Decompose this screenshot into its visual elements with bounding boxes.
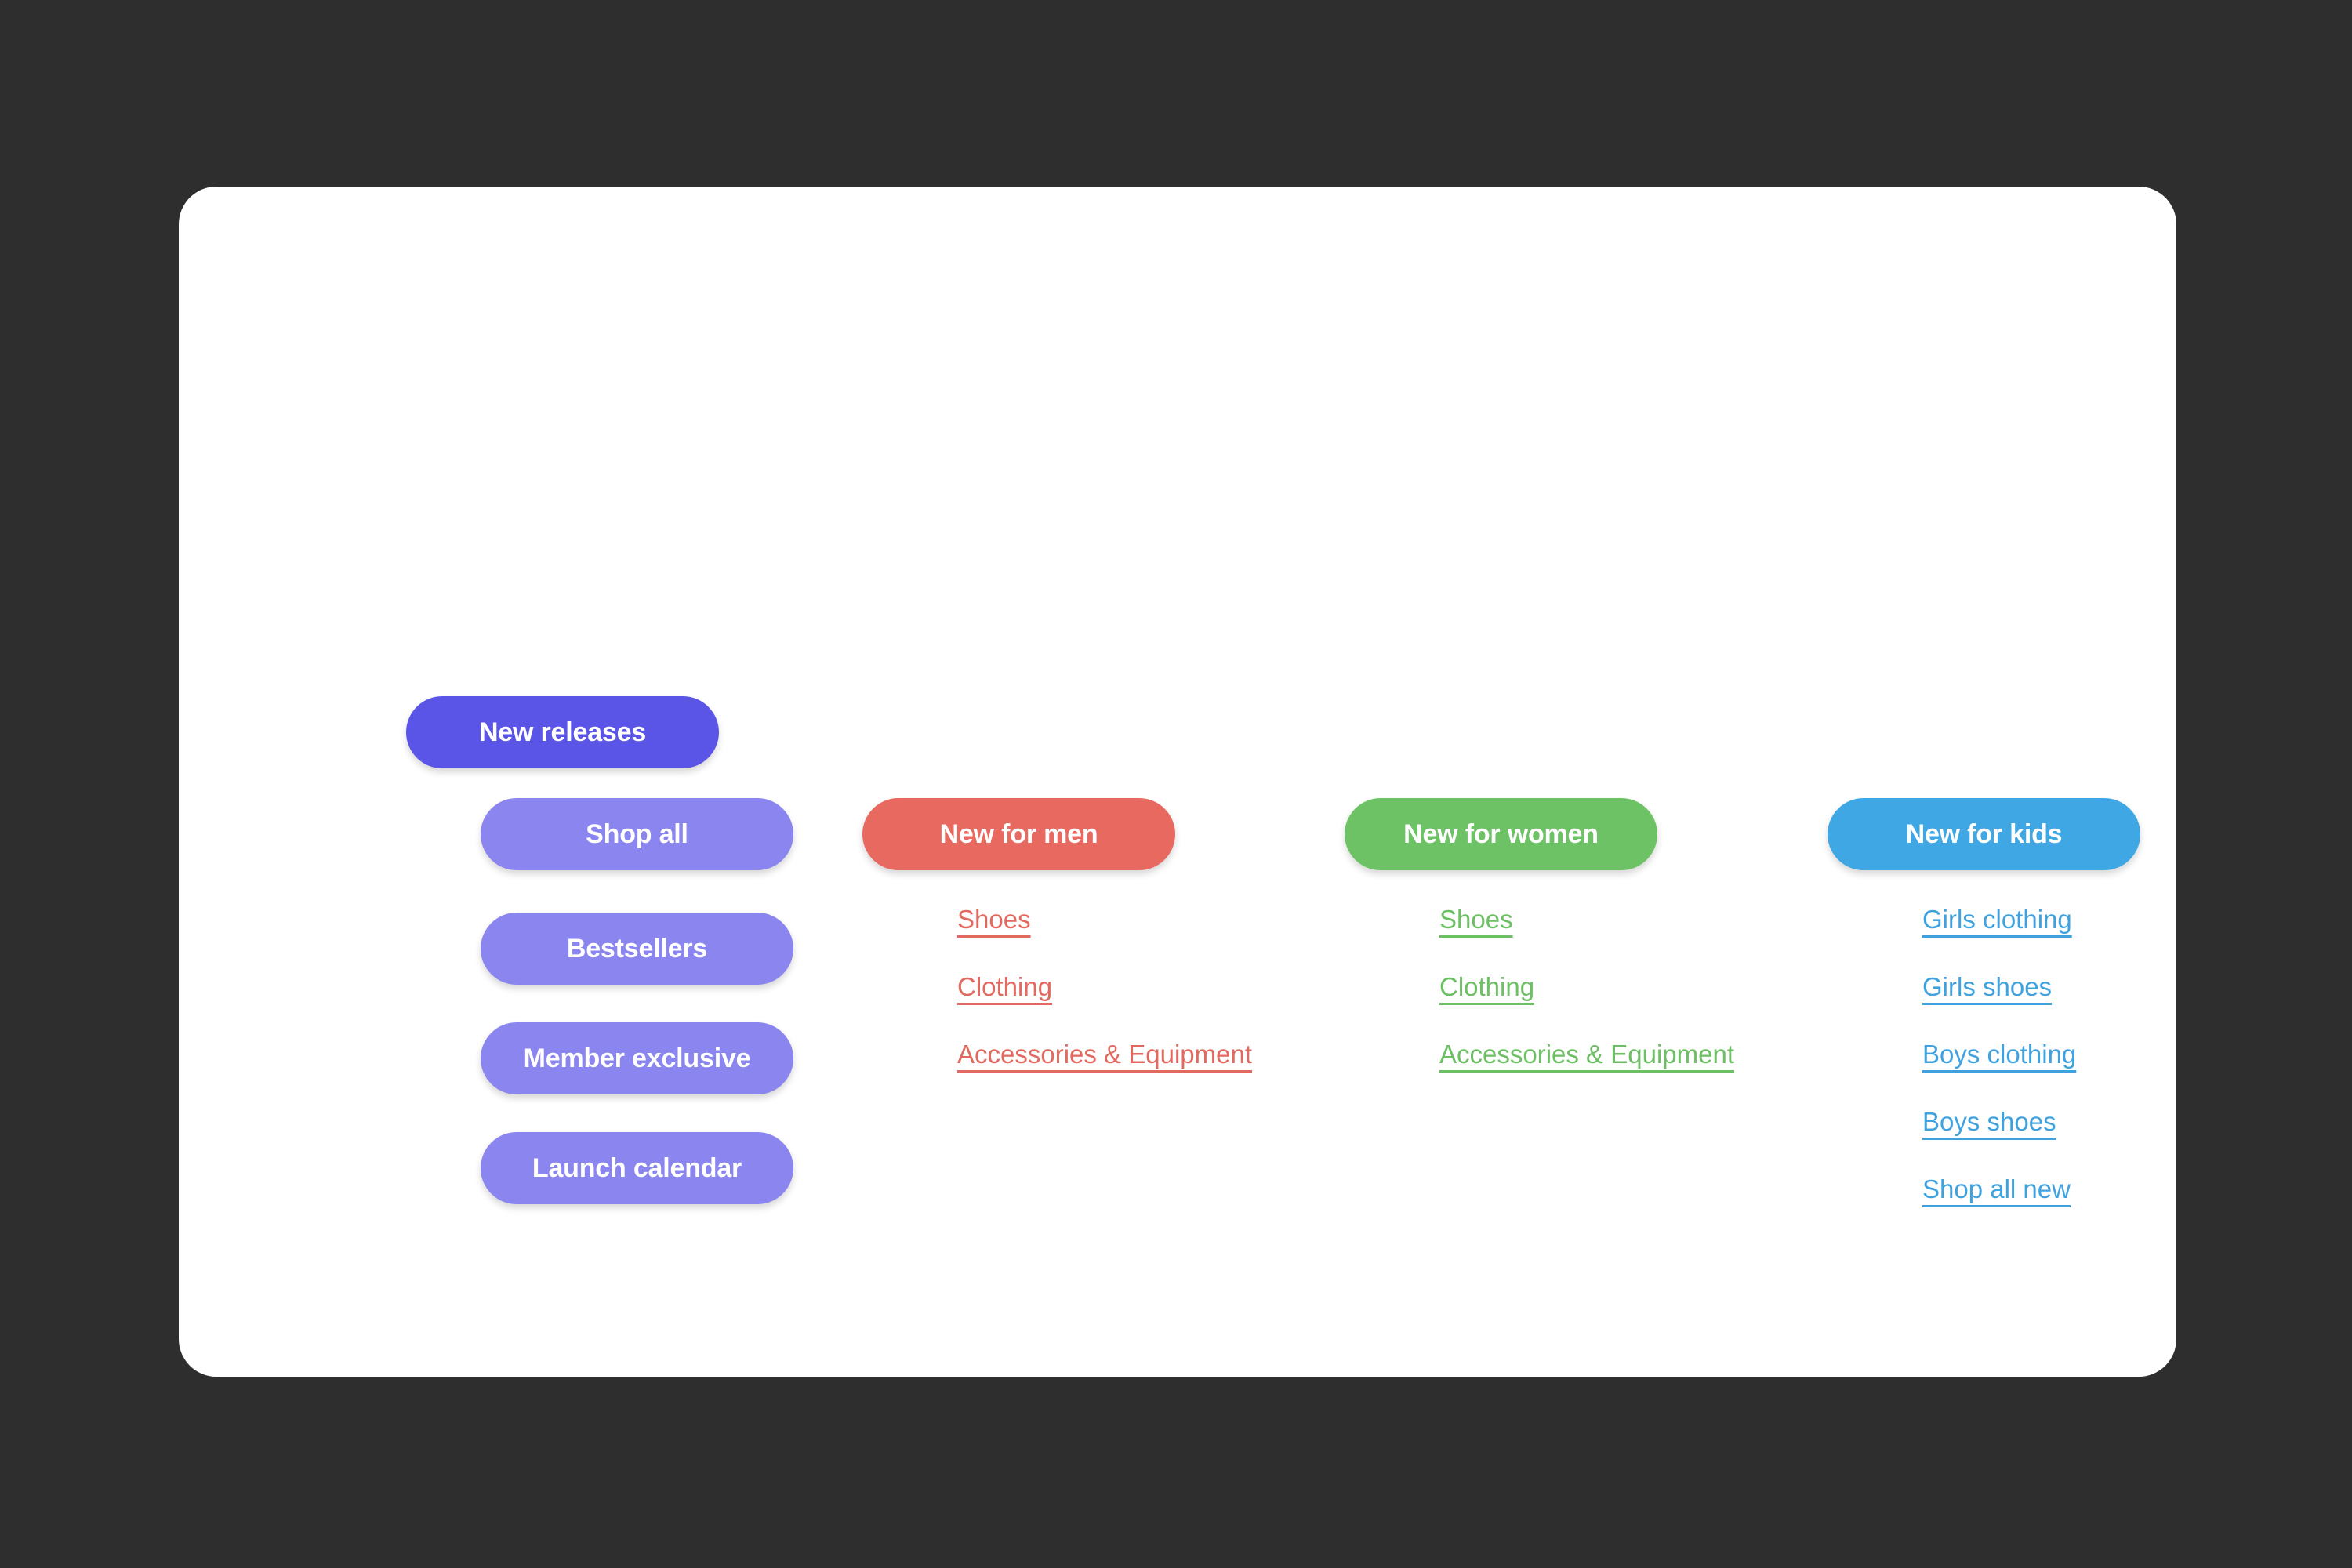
link-list-kids: Girls clothing Girls shoes Boys clothing… [1828,906,2140,1202]
category-column-women: New for women Shoes Clothing Accessories… [1345,798,1734,1067]
category-column-kids: New for kids Girls clothing Girls shoes … [1828,798,2140,1202]
link-kids-boys-clothing[interactable]: Boys clothing [1922,1041,2076,1067]
link-women-shoes[interactable]: Shoes [1439,906,1513,932]
nav-pill-new-releases[interactable]: New releases [406,696,719,768]
link-list-men: Shoes Clothing Accessories & Equipment [862,906,1252,1067]
link-men-clothing[interactable]: Clothing [957,974,1052,1000]
nav-pill-new-for-women[interactable]: New for women [1345,798,1657,870]
menu-card: New releases Shop all Bestsellers Member… [179,187,2176,1377]
sidebar-item-launch-calendar[interactable]: Launch calendar [481,1132,793,1204]
sidebar-item-shop-all[interactable]: Shop all [481,798,793,870]
sidebar-item-member-exclusive[interactable]: Member exclusive [481,1022,793,1094]
link-women-clothing[interactable]: Clothing [1439,974,1534,1000]
nav-pill-new-for-men[interactable]: New for men [862,798,1175,870]
link-list-women: Shoes Clothing Accessories & Equipment [1345,906,1734,1067]
link-women-accessories-equipment[interactable]: Accessories & Equipment [1439,1041,1734,1067]
link-men-accessories-equipment[interactable]: Accessories & Equipment [957,1041,1252,1067]
link-kids-girls-clothing[interactable]: Girls clothing [1922,906,2072,932]
nav-pill-new-for-kids[interactable]: New for kids [1828,798,2140,870]
link-kids-boys-shoes[interactable]: Boys shoes [1922,1109,2056,1134]
category-column-men: New for men Shoes Clothing Accessories &… [862,798,1252,1067]
sidebar-item-bestsellers[interactable]: Bestsellers [481,913,793,985]
link-men-shoes[interactable]: Shoes [957,906,1031,932]
navigation-menu: New releases Shop all Bestsellers Member… [179,187,2176,1377]
link-kids-girls-shoes[interactable]: Girls shoes [1922,974,2052,1000]
link-kids-shop-all-new[interactable]: Shop all new [1922,1176,2071,1202]
